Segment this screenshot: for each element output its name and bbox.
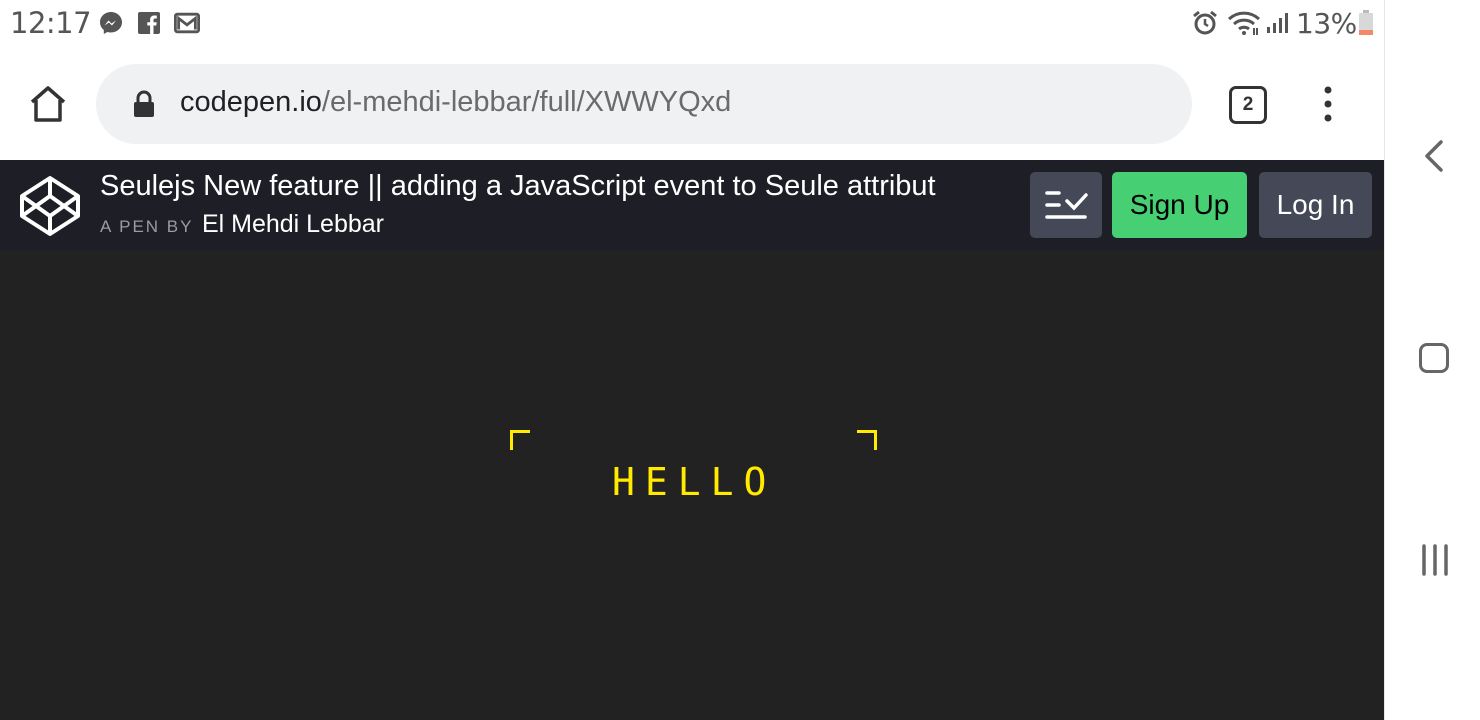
sign-up-button[interactable]: Sign Up [1112, 172, 1247, 238]
url-domain: codepen.io [180, 86, 322, 118]
wifi-icon [1226, 10, 1262, 36]
status-time: 12:17 [10, 6, 92, 40]
alarm-icon [1192, 10, 1218, 36]
frame-corner-top-right [857, 430, 877, 450]
signal-icon [1264, 10, 1290, 36]
address-bar[interactable]: codepen.io/el-mehdi-lebbar/full/XWWYQxd [96, 64, 1192, 144]
battery-icon [1356, 10, 1376, 36]
pen-by-label: A PEN BY [100, 217, 194, 236]
gmail-icon [174, 10, 200, 36]
home-button-icon[interactable] [1419, 343, 1449, 373]
pen-author-link[interactable]: El Mehdi Lebbar [202, 210, 384, 238]
browser-toolbar: codepen.io/el-mehdi-lebbar/full/XWWYQxd … [0, 50, 1384, 160]
url-text: codepen.io/el-mehdi-lebbar/full/XWWYQxd [180, 86, 731, 119]
log-in-button[interactable]: Log In [1259, 172, 1372, 238]
battery-percent: 13% [1296, 7, 1357, 40]
lock-icon [132, 90, 156, 118]
pen-byline: A PEN BY El Mehdi Lebbar [100, 210, 384, 239]
system-navigation-bar [1384, 0, 1480, 720]
home-icon[interactable] [26, 82, 70, 126]
tab-switcher-button[interactable]: 2 [1229, 86, 1267, 124]
tab-count: 2 [1242, 94, 1254, 115]
back-icon[interactable] [1421, 138, 1447, 174]
pen-title: Seulejs New feature || adding a JavaScri… [100, 170, 936, 202]
pen-preview: HELLO [0, 250, 1384, 720]
recent-apps-icon[interactable] [1419, 544, 1451, 576]
codepen-logo-icon[interactable] [18, 174, 82, 238]
view-changes-button[interactable] [1030, 172, 1102, 238]
hello-text: HELLO [612, 460, 777, 504]
more-options-icon[interactable] [1316, 84, 1340, 124]
messenger-icon [98, 10, 124, 36]
facebook-icon [136, 10, 162, 36]
list-check-icon [1045, 191, 1088, 219]
status-bar: 12:17 13% [0, 0, 1384, 50]
frame-corner-top-left [510, 430, 530, 450]
url-path: /el-mehdi-lebbar/full/XWWYQxd [321, 86, 732, 118]
codepen-header: Seulejs New feature || adding a JavaScri… [0, 160, 1384, 250]
